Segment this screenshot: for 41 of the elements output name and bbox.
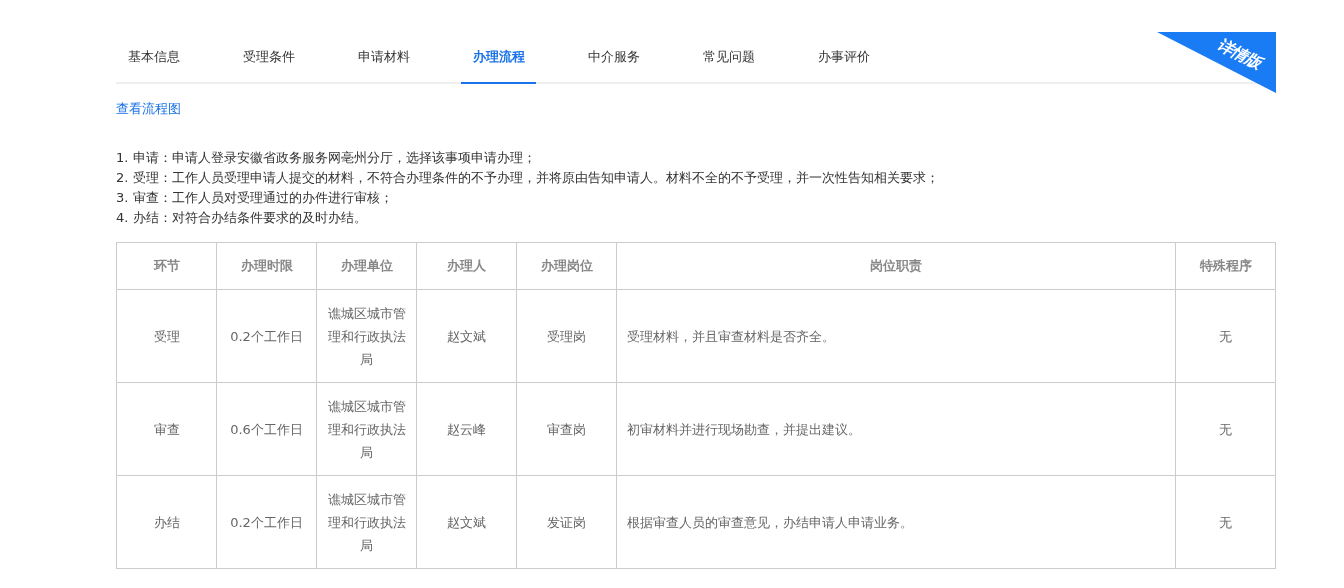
- table-cell: 审查: [116, 382, 217, 476]
- table-cell: 审查岗: [516, 382, 617, 476]
- step-text: 3. 审查：工作人员对受理通过的办件进行审核；: [116, 189, 393, 207]
- flowchart-link[interactable]: 查看流程图: [116, 100, 181, 118]
- tab[interactable]: 常见问题: [691, 30, 766, 84]
- column-header: 办理岗位: [516, 242, 617, 290]
- table-cell: 谯城区城市管理和行政执法局: [316, 475, 417, 569]
- tab[interactable]: 基本信息: [116, 30, 191, 84]
- table-cell: 根据审查人员的审查意见，办结申请人申请业务。: [616, 475, 1176, 569]
- table-cell: 谯城区城市管理和行政执法局: [316, 382, 417, 476]
- table-cell: 0.6个工作日: [216, 382, 317, 476]
- tab[interactable]: 中介服务: [576, 30, 651, 84]
- table-cell: 赵文斌: [416, 289, 517, 383]
- table-cell: 无: [1175, 289, 1276, 383]
- table-cell: 赵文斌: [416, 475, 517, 569]
- table-cell: 0.2个工作日: [216, 289, 317, 383]
- step-text: 2. 受理：工作人员受理申请人提交的材料，不符合办理条件的不予办理，并将原由告知申请人。材料不全的不予受理，并一次性告知相关要求；: [116, 169, 939, 187]
- table-cell: 受理: [116, 289, 217, 383]
- column-header: 环节: [116, 242, 217, 290]
- table-cell: 谯城区城市管理和行政执法局: [316, 289, 417, 383]
- column-header: 办理时限: [216, 242, 317, 290]
- tab[interactable]: 申请材料: [346, 30, 421, 84]
- table-cell: 无: [1175, 475, 1276, 569]
- column-header: 岗位职责: [616, 242, 1176, 290]
- ribbon-label: 详情版: [1212, 34, 1266, 75]
- column-header: 特殊程序: [1175, 242, 1276, 290]
- table-cell: 受理材料，并且审查材料是否齐全。: [616, 289, 1176, 383]
- tab[interactable]: 受理条件: [231, 30, 306, 84]
- column-header: 办理单位: [316, 242, 417, 290]
- column-header: 办理人: [416, 242, 517, 290]
- tab[interactable]: 办理流程: [461, 30, 536, 84]
- table-cell: 初审材料并进行现场勘查，并提出建议。: [616, 382, 1176, 476]
- step-text: 4. 办结：对符合办结条件要求的及时办结。: [116, 209, 367, 227]
- tab[interactable]: 办事评价: [806, 30, 881, 84]
- table-cell: 办结: [116, 475, 217, 569]
- table-cell: 发证岗: [516, 475, 617, 569]
- table-cell: 赵云峰: [416, 382, 517, 476]
- table-cell: 受理岗: [516, 289, 617, 383]
- step-text: 1. 申请：申请人登录安徽省政务服务网亳州分厅，选择该事项申请办理；: [116, 149, 536, 167]
- table-cell: 0.2个工作日: [216, 475, 317, 569]
- table-cell: 无: [1175, 382, 1276, 476]
